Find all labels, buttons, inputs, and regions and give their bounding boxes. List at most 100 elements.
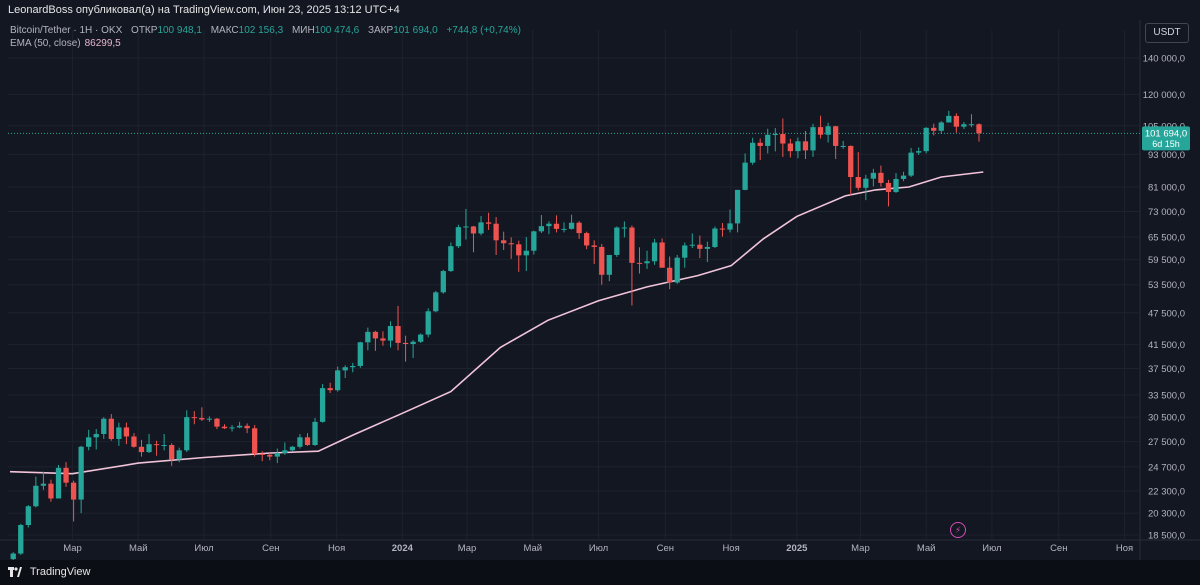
y-tick-label: 37 500,0 — [1148, 364, 1185, 375]
x-tick-label: Сен — [657, 543, 674, 554]
open-value: 100 948,1 — [157, 25, 202, 36]
candle-body — [48, 483, 54, 499]
candle-body — [274, 452, 280, 457]
candle-body — [953, 115, 960, 127]
candle-body — [199, 417, 205, 420]
candle-body — [697, 244, 703, 249]
candle-body — [365, 331, 371, 343]
footer-bar: TradingView — [0, 560, 1200, 585]
candle-body — [304, 437, 311, 446]
x-tick-label: Май — [129, 543, 148, 554]
candle-body — [350, 365, 356, 368]
candle-body — [244, 425, 250, 429]
candle — [433, 290, 439, 313]
candle-body — [357, 342, 363, 366]
candle-body — [93, 433, 99, 438]
candle-body — [327, 388, 333, 391]
y-tick-label: 53 500,0 — [1148, 280, 1185, 291]
price-chart[interactable]: 18 500,0 20 300,0 22 300,0 24 700,0 27 500,0… — [0, 20, 1200, 560]
candle-body — [689, 244, 695, 246]
y-tick-label: 120 000,0 — [1143, 90, 1185, 101]
x-tick-label: Сен — [262, 543, 279, 554]
candle — [923, 127, 929, 154]
candle-body — [229, 427, 235, 429]
candle-body — [576, 222, 582, 234]
candle-body — [538, 226, 545, 232]
candle-body — [25, 506, 31, 526]
candle-body — [636, 262, 643, 264]
publish-header: LeonardBoss опубликовал(а) на TradingVie… — [0, 0, 1200, 20]
candle-body — [659, 242, 665, 268]
candle-body — [795, 141, 801, 152]
candle-body — [863, 178, 869, 188]
candle-body — [425, 311, 431, 335]
ema-row[interactable]: EMA (50, close) 86299,5 — [10, 37, 521, 50]
candle-body — [802, 141, 809, 151]
candle-body — [63, 467, 69, 483]
candle — [651, 238, 658, 265]
candle-body — [493, 223, 499, 241]
candle-body — [878, 172, 884, 183]
candle — [425, 308, 431, 338]
candle-body — [86, 437, 92, 447]
candle-body — [916, 151, 922, 153]
candle — [55, 464, 62, 499]
x-tick-label: 2025 — [786, 543, 808, 554]
candle-body — [289, 446, 296, 451]
low-value: 100 474,6 — [314, 25, 360, 36]
y-tick-label: 65 500,0 — [1148, 233, 1185, 244]
candle-body — [584, 233, 590, 246]
candle-body — [734, 189, 741, 224]
candle-body — [719, 228, 726, 230]
candle-body — [765, 134, 771, 146]
candle-body — [236, 425, 243, 428]
candle-body — [463, 226, 469, 228]
candle-body — [123, 427, 130, 437]
candle-body — [900, 175, 907, 179]
candle-body — [508, 243, 514, 245]
candle-body — [848, 145, 854, 177]
candle-body — [433, 292, 439, 312]
candle-body — [561, 228, 567, 230]
y-tick-label: 140 000,0 — [1143, 54, 1185, 65]
y-tick-label: 24 700,0 — [1148, 462, 1185, 473]
candle-body — [516, 244, 522, 256]
candle — [418, 333, 424, 343]
candle-body — [418, 334, 424, 342]
candle-body — [757, 142, 763, 146]
candle-body — [206, 418, 213, 420]
symbol-name[interactable]: Bitcoin/Tether · 1H · OKX — [10, 25, 122, 36]
y-tick-label: 22 300,0 — [1148, 486, 1185, 497]
x-tick-label: Июл — [982, 543, 1001, 554]
candle-body — [682, 245, 688, 258]
candle-body — [282, 450, 288, 453]
candle-body — [855, 176, 861, 188]
candle-body — [440, 271, 446, 293]
currency-button[interactable]: USDT — [1145, 23, 1189, 43]
candle-body — [810, 127, 816, 151]
candle-body — [923, 127, 929, 152]
candle-body — [938, 122, 944, 131]
candle — [25, 505, 31, 528]
ohlc-row: Bitcoin/Tether · 1H · OKX ОТКР100 948,1 … — [10, 24, 521, 37]
candle-body — [448, 246, 454, 272]
x-tick-label: Май — [917, 543, 936, 554]
candle-body — [335, 370, 341, 391]
x-tick-label: Ноя — [328, 543, 345, 554]
lightning-icon[interactable]: ⚡ — [950, 522, 966, 538]
candle-body — [712, 228, 718, 247]
x-tick-label: Май — [523, 543, 542, 554]
candle — [448, 242, 454, 272]
candle-body — [153, 444, 160, 446]
candle-body — [410, 341, 416, 345]
candle-body — [478, 222, 484, 234]
x-tick-label: Июл — [589, 543, 608, 554]
y-tick-label: 27 500,0 — [1148, 437, 1185, 448]
y-tick-label: 41 500,0 — [1148, 340, 1185, 351]
y-tick-label: 59 500,0 — [1148, 255, 1185, 266]
candle-body — [40, 483, 47, 486]
candle-body — [70, 482, 77, 500]
candle — [319, 384, 326, 423]
candle-body — [161, 445, 167, 447]
candle-body — [523, 250, 529, 256]
